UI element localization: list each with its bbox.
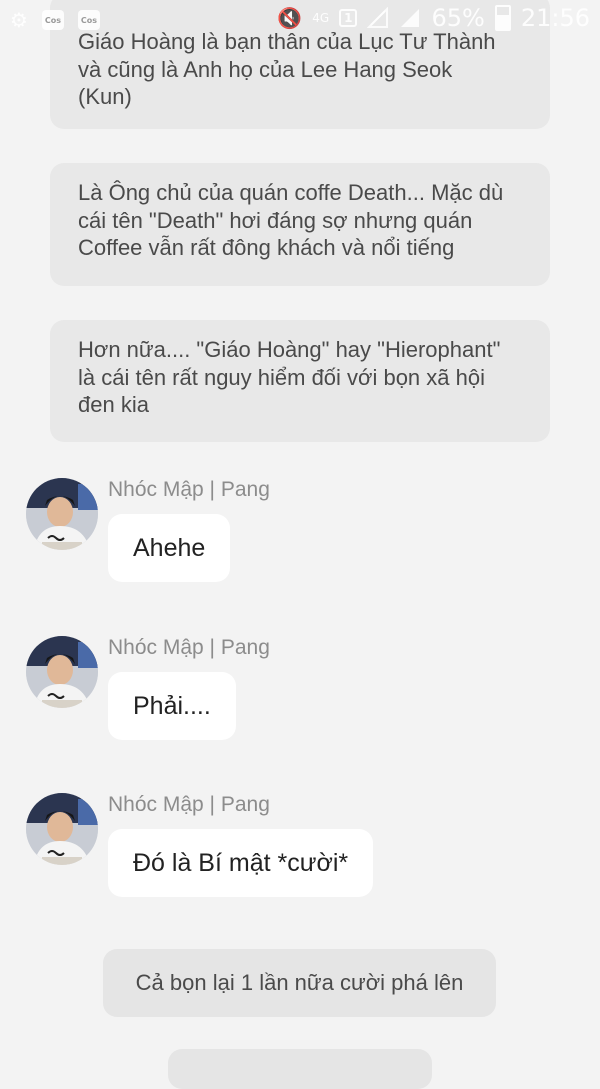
sim-1-icon: 1 (339, 9, 358, 27)
narration-block: Cả bọn lại 1 lần nữa cười phá lên (103, 949, 496, 1017)
narration-block: Hơn nữa.... "Giáo Hoàng" hay "Hierophant… (50, 320, 550, 442)
sender-name: Nhóc Mập | Pang (108, 636, 270, 659)
narration-block: Là Ông chủ của quán coffe Death... Mặc d… (50, 163, 550, 286)
battery-percent: 65% (431, 4, 485, 32)
message-bubble: Phải.... (108, 672, 236, 740)
message-bubble: Đó là Bí mật *cười* (108, 829, 374, 897)
app-notification-icon: Cos (41, 10, 64, 30)
battery-icon (494, 5, 511, 31)
4g-network-icon: 4G (312, 11, 330, 25)
status-right-icons: 🔇 4G 1 65% 21:56 (277, 4, 590, 32)
clock: 21:56 (520, 4, 590, 32)
sender-name: Nhóc Mập | Pang (108, 793, 270, 816)
partial-narration-block (168, 1049, 432, 1089)
status-left-icons: ⚙ Cos Cos (10, 8, 100, 32)
signal-icon (401, 9, 420, 27)
settings-gear-icon: ⚙ (10, 8, 28, 32)
mute-icon: 🔇 (277, 6, 303, 30)
avatar[interactable] (26, 636, 98, 708)
no-signal-icon (367, 7, 389, 28)
avatar[interactable] (26, 793, 98, 865)
avatar[interactable] (26, 478, 98, 550)
sender-name: Nhóc Mập | Pang (108, 478, 270, 501)
status-bar: ⚙ Cos Cos 🔇 4G 1 65% 21:56 (0, 0, 600, 36)
app-notification-icon: Cos (77, 10, 100, 30)
message-bubble: Ahehe (108, 514, 231, 582)
